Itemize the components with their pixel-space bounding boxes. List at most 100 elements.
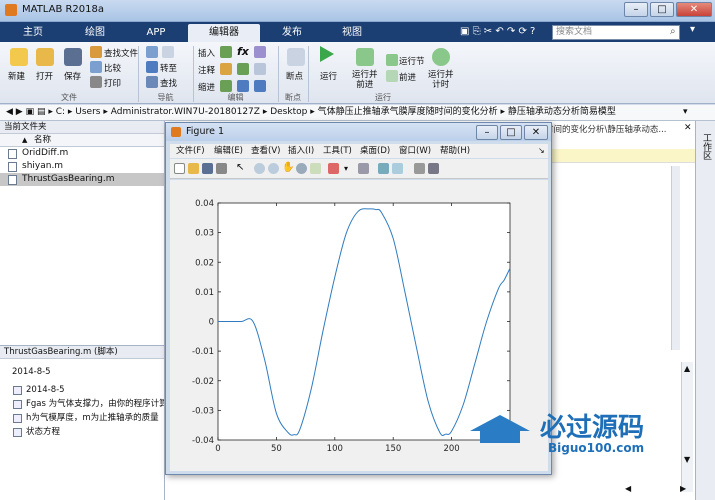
breadcrumb-item[interactable]: 气体静压止推轴承气膜厚度随时间的变化分析 bbox=[318, 107, 498, 117]
save-button[interactable]: 保存 bbox=[64, 70, 81, 82]
figure-close-button[interactable]: ✕ bbox=[524, 125, 548, 140]
increase-indent-icon[interactable] bbox=[237, 80, 249, 92]
open-button[interactable]: 打开 bbox=[36, 70, 53, 82]
breadcrumb-item[interactable]: Desktop bbox=[270, 107, 307, 117]
menu-file[interactable]: 文件(F) bbox=[176, 144, 205, 158]
pan-icon[interactable]: ✋ bbox=[282, 163, 294, 174]
scroll-left-icon[interactable]: ◀ bbox=[625, 484, 631, 493]
hide-tools-icon[interactable] bbox=[414, 163, 425, 174]
compare-icon bbox=[90, 61, 102, 73]
scroll-right-icon[interactable]: ▶ bbox=[680, 484, 686, 493]
menu-insert[interactable]: 插入(I) bbox=[288, 144, 314, 158]
run-and-time-button[interactable]: 运行并 计时 bbox=[428, 70, 454, 90]
breadcrumb-item[interactable]: Administrator.WIN7U-20180127Z bbox=[111, 107, 260, 117]
search-input[interactable]: 搜索文档 bbox=[552, 25, 680, 40]
file-item-selected[interactable]: ThrustGasBearing.m bbox=[0, 173, 164, 186]
breakpoints-button[interactable]: 断点 bbox=[286, 70, 303, 82]
file-item[interactable]: OridDiff.m bbox=[0, 147, 164, 160]
decrease-indent-icon[interactable] bbox=[254, 80, 266, 92]
smart-indent-icon[interactable] bbox=[220, 80, 232, 92]
compare-button[interactable]: 比较 bbox=[104, 62, 121, 74]
expand-ribbon-icon[interactable]: ▾ bbox=[690, 24, 695, 35]
tab-home[interactable]: 主页 bbox=[6, 24, 60, 42]
goto-button[interactable]: 转至 bbox=[160, 62, 177, 74]
advance-button[interactable]: 前进 bbox=[399, 71, 416, 83]
print-button[interactable]: 打印 bbox=[104, 77, 121, 89]
breadcrumb-item[interactable]: Users bbox=[75, 107, 100, 117]
select-icon[interactable]: ↖ bbox=[236, 163, 247, 174]
new-figure-icon[interactable] bbox=[174, 163, 185, 174]
menu-tools[interactable]: 工具(T) bbox=[323, 144, 352, 158]
tab-view[interactable]: 视图 bbox=[324, 24, 380, 42]
insert-button[interactable]: 插入 bbox=[198, 47, 215, 59]
column-header[interactable]: 名称 ▲ bbox=[0, 134, 164, 147]
file-name: shiyan.m bbox=[22, 161, 64, 171]
show-tools-icon[interactable] bbox=[428, 163, 439, 174]
sort-ascending-icon[interactable]: ▲ bbox=[22, 134, 27, 146]
forward-icon[interactable] bbox=[162, 46, 174, 58]
save-icon[interactable] bbox=[202, 163, 213, 174]
uncomment-icon[interactable] bbox=[237, 63, 249, 75]
wrap-comment-icon[interactable] bbox=[254, 63, 266, 75]
new-button[interactable]: 新建 bbox=[8, 70, 25, 82]
file-item[interactable]: shiyan.m bbox=[0, 160, 164, 173]
find-button[interactable]: 查找 bbox=[160, 77, 177, 89]
tab-publish[interactable]: 发布 bbox=[264, 24, 320, 42]
minimize-button[interactable]: – bbox=[624, 2, 648, 17]
menu-desktop[interactable]: 桌面(D) bbox=[360, 144, 390, 158]
figure-minimize-button[interactable]: – bbox=[476, 125, 498, 140]
fx-button[interactable]: fx bbox=[237, 45, 249, 58]
menu-view[interactable]: 查看(V) bbox=[251, 144, 280, 158]
scroll-down-icon[interactable]: ▼ bbox=[684, 455, 690, 464]
comment-button[interactable]: 注释 bbox=[198, 64, 215, 76]
zoom-in-icon[interactable] bbox=[254, 163, 265, 174]
breadcrumb-item[interactable]: 静压轴承动态分析简易模型 bbox=[508, 107, 616, 117]
tab-editor[interactable]: 编辑器 bbox=[188, 24, 260, 42]
quick-access-toolbar[interactable]: ▣ ⎘ ✂ ↶ ↷ ⟳ ? bbox=[460, 26, 535, 37]
run-section-button[interactable]: 运行节 bbox=[399, 55, 425, 67]
menu-edit[interactable]: 编辑(E) bbox=[214, 144, 243, 158]
editor-scrollbar[interactable] bbox=[671, 166, 680, 366]
address-dropdown-icon[interactable]: ▾ bbox=[683, 107, 688, 117]
run-and-advance-icon bbox=[356, 48, 374, 66]
tab-plots[interactable]: 绘图 bbox=[66, 24, 124, 42]
open-icon[interactable] bbox=[188, 163, 199, 174]
editor-tab-path[interactable]: 时间的变化分析\静压轴承动态... bbox=[545, 123, 695, 135]
run-and-advance-button[interactable]: 运行并 前进 bbox=[352, 70, 378, 90]
run-button[interactable]: 运行 bbox=[320, 70, 337, 82]
print-icon[interactable] bbox=[216, 163, 227, 174]
name-column-header[interactable]: 名称 bbox=[34, 135, 51, 145]
legend-icon[interactable] bbox=[392, 163, 403, 174]
colorbar-icon[interactable] bbox=[378, 163, 389, 174]
comment-icon[interactable] bbox=[220, 63, 232, 75]
new-icon bbox=[10, 48, 28, 66]
breadcrumb-item[interactable]: C: bbox=[56, 107, 65, 117]
back-icon[interactable] bbox=[146, 46, 158, 58]
watermark-url: Biguo100.com bbox=[548, 441, 645, 455]
close-button[interactable]: ✕ bbox=[676, 2, 712, 17]
menu-window[interactable]: 窗口(W) bbox=[399, 144, 431, 158]
menubar-dock-icon[interactable]: ↘ bbox=[538, 144, 545, 158]
address-bar[interactable]: ◀ ▶ ▣ ▤ ▸ C: ▸ Users ▸ Administrator.WIN… bbox=[0, 105, 715, 121]
graduation-cap-base bbox=[480, 431, 520, 443]
up-folder-icon[interactable]: ▣ ▤ ▸ bbox=[26, 107, 56, 117]
brush-icon[interactable] bbox=[328, 163, 339, 174]
link-icon[interactable] bbox=[358, 163, 369, 174]
zoom-out-icon[interactable] bbox=[268, 163, 279, 174]
workspace-label[interactable]: 工作区 bbox=[700, 133, 713, 160]
figure-maximize-button[interactable]: □ bbox=[500, 125, 522, 140]
indent-button[interactable]: 缩进 bbox=[198, 81, 215, 93]
tab-apps[interactable]: APP bbox=[128, 24, 184, 42]
details-item: 2014-8-5 bbox=[0, 383, 164, 397]
menu-help[interactable]: 帮助(H) bbox=[440, 144, 470, 158]
brush-dropdown-icon[interactable]: ▾ bbox=[344, 163, 355, 174]
close-editor-icon[interactable]: ✕ bbox=[684, 123, 692, 133]
scroll-up-icon[interactable]: ▲ bbox=[684, 364, 690, 373]
insert-menu-icon[interactable] bbox=[254, 46, 266, 58]
back-icon[interactable]: ◀ ▶ bbox=[0, 107, 23, 117]
rotate-icon[interactable] bbox=[296, 163, 307, 174]
maximize-button[interactable]: □ bbox=[650, 2, 674, 17]
find-files-button[interactable]: 查找文件 bbox=[104, 47, 138, 59]
search-icon[interactable]: ⌕ bbox=[670, 26, 676, 37]
data-cursor-icon[interactable] bbox=[310, 163, 321, 174]
